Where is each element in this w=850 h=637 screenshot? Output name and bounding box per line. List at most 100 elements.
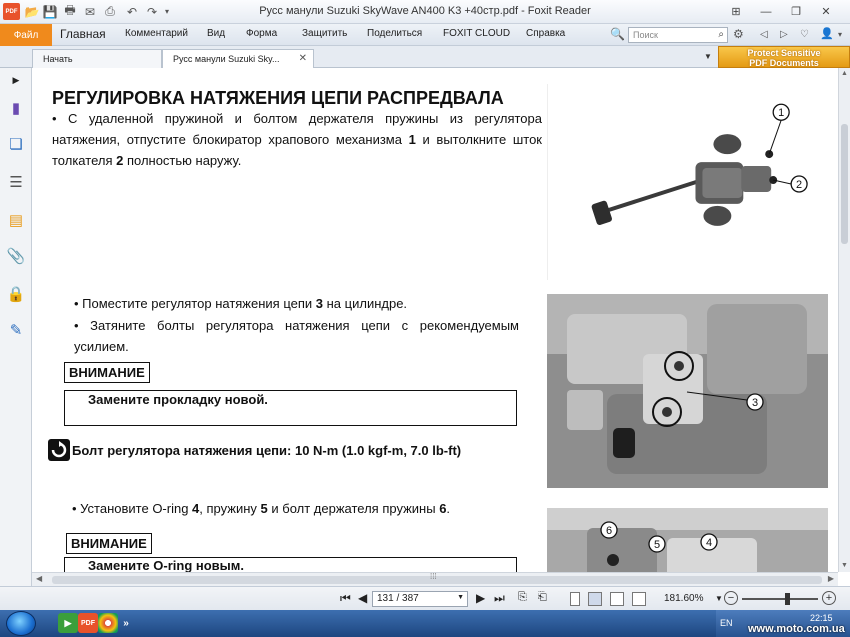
website-watermark: www.moto.com.ua bbox=[748, 623, 845, 635]
horizontal-scroll-thumb[interactable] bbox=[52, 576, 822, 584]
tensioner-photo: 1 2 bbox=[547, 84, 828, 280]
scroll-right-icon[interactable]: ▶ bbox=[828, 574, 834, 583]
close-tab-icon[interactable]: ✕ bbox=[299, 53, 307, 64]
attachments-panel-icon[interactable]: 📎 bbox=[6, 246, 26, 266]
caution-label-2: ВНИМАНИЕ bbox=[66, 533, 152, 554]
callout-4: 4 bbox=[706, 537, 712, 549]
first-page-icon[interactable]: ⏮ bbox=[340, 591, 351, 606]
undo-icon[interactable]: ↶ bbox=[124, 3, 140, 20]
layers-panel-icon[interactable]: ❏ bbox=[6, 134, 26, 154]
oring-spring-photo: 6 5 4 bbox=[547, 508, 828, 572]
start-button[interactable] bbox=[6, 611, 36, 636]
caution-label-1: ВНИМАНИЕ bbox=[64, 362, 150, 383]
torque-spec: Болт регулятора натяжения цепи: 10 N-m (… bbox=[72, 443, 462, 458]
tab-start-label: Начать bbox=[43, 54, 73, 64]
heart-icon[interactable]: ♡ bbox=[800, 29, 809, 40]
zoom-in-button[interactable]: + bbox=[822, 591, 836, 605]
keyboard-language[interactable]: EN bbox=[720, 618, 733, 628]
stack-panel-icon[interactable]: ☰ bbox=[6, 172, 26, 192]
tab-help[interactable]: Справка bbox=[526, 28, 565, 39]
continuous-view-icon[interactable] bbox=[588, 592, 602, 606]
foxit-logo-icon: PDF bbox=[3, 3, 20, 20]
tab-home[interactable]: Главная bbox=[60, 27, 106, 41]
find-icon[interactable]: 🔍 bbox=[610, 27, 625, 41]
promo-line-1: Protect Sensitive bbox=[747, 48, 821, 58]
cylinder-photo: 3 bbox=[547, 294, 828, 488]
tab-start[interactable]: Начать bbox=[32, 49, 162, 68]
comments-panel-icon[interactable]: ▤ bbox=[6, 210, 26, 230]
zoom-out-button[interactable]: − bbox=[724, 591, 738, 605]
continuous-facing-view-icon[interactable] bbox=[632, 592, 646, 606]
page-heading: РЕГУЛИРОВКА НАТЯЖЕНИЯ ЦЕПИ РАСПРЕДВАЛА bbox=[52, 88, 504, 108]
scroll-up-icon[interactable]: ▲ bbox=[841, 70, 848, 77]
facing-view-icon[interactable] bbox=[610, 592, 624, 606]
taskbar-media-app-icon[interactable]: ▶ bbox=[58, 613, 78, 633]
zoom-slider[interactable] bbox=[742, 598, 818, 600]
save-icon[interactable]: 💾 bbox=[42, 3, 58, 20]
customize-toolbar-icon[interactable]: ▾ bbox=[162, 3, 172, 20]
tab-protect[interactable]: Защитить bbox=[302, 28, 347, 39]
taskbar-overflow-icon[interactable]: » bbox=[116, 613, 136, 633]
zoom-dropdown-icon[interactable]: ▼ bbox=[715, 594, 723, 603]
navigation-sidebar: ▶ ▮ ❏ ☰ ▤ 📎 🔒 ✎ bbox=[0, 68, 32, 588]
previous-page-icon[interactable]: ◀ bbox=[358, 591, 367, 605]
next-page-icon[interactable]: ▶ bbox=[476, 591, 485, 605]
caution-text-1: Замените прокладку новой. bbox=[88, 392, 268, 407]
tab-document[interactable]: Русс манули Suzuki Sky... ✕ bbox=[162, 49, 314, 68]
horizontal-scrollbar[interactable]: ◀ ⁞⁞⁞ ▶ bbox=[32, 572, 838, 586]
print-icon[interactable]: 🖶 bbox=[62, 3, 78, 20]
vertical-scrollbar[interactable]: ▲ ▼ bbox=[838, 68, 850, 572]
paragraph-release-ratchet: • С удаленной пружиной и болтом держател… bbox=[52, 111, 542, 168]
tab-foxit-cloud[interactable]: FOXIT CLOUD bbox=[443, 28, 510, 39]
tab-file[interactable]: Файл bbox=[0, 24, 52, 46]
tab-list-dropdown-icon[interactable]: ▼ bbox=[704, 52, 712, 61]
bullet-tighten-bolts: • Затяните болты регулятора натяжения це… bbox=[74, 318, 519, 354]
layout-grid-icon[interactable]: ⊞ bbox=[724, 3, 748, 20]
document-viewport[interactable]: РЕГУЛИРОВКА НАТЯЖЕНИЯ ЦЕПИ РАСПРЕДВАЛА •… bbox=[32, 68, 850, 572]
callout-6: 6 bbox=[606, 525, 612, 537]
compare-view-icon[interactable]: ⎗ bbox=[538, 591, 547, 604]
user-account-icon[interactable]: 👤 bbox=[820, 27, 834, 40]
redo-icon[interactable]: ↷ bbox=[144, 3, 160, 20]
taskbar-foxit-icon[interactable]: PDF bbox=[78, 613, 98, 633]
pdf-page: РЕГУЛИРОВКА НАТЯЖЕНИЯ ЦЕПИ РАСПРЕДВАЛА •… bbox=[34, 68, 838, 572]
taskbar-chrome-icon[interactable] bbox=[98, 613, 118, 633]
tab-share[interactable]: Поделиться bbox=[367, 28, 422, 39]
restore-button[interactable]: ❐ bbox=[784, 3, 808, 20]
page-dropdown-icon[interactable]: ▼ bbox=[457, 594, 464, 601]
security-lock-icon[interactable]: 🔒 bbox=[6, 284, 26, 304]
tab-view[interactable]: Вид bbox=[207, 28, 225, 39]
last-page-icon[interactable]: ⏭ bbox=[494, 591, 505, 606]
scroll-down-icon[interactable]: ▼ bbox=[841, 562, 848, 569]
minimize-button[interactable]: — bbox=[754, 3, 778, 20]
search-icon[interactable]: ⌕ bbox=[718, 29, 724, 40]
forward-arrow-icon[interactable]: ▷ bbox=[780, 29, 788, 40]
zoom-slider-thumb[interactable] bbox=[785, 593, 790, 605]
scroll-left-icon[interactable]: ◀ bbox=[36, 574, 42, 583]
close-button[interactable]: ✕ bbox=[814, 3, 838, 20]
pages-panel-icon[interactable]: ▮ bbox=[6, 98, 26, 118]
open-folder-icon[interactable]: 📂 bbox=[24, 3, 40, 20]
foxit-reader-window: PDF 📂 💾 🖶 ✉ ⎙ ↶ ↷ ▾ Русс манули Suzuki S… bbox=[0, 0, 850, 637]
account-dropdown-icon[interactable]: ▾ bbox=[838, 30, 842, 39]
windows-taskbar: ▶ PDF » EN 22:15 bbox=[0, 610, 850, 637]
expand-panel-icon[interactable]: ▶ bbox=[6, 70, 26, 90]
back-arrow-icon[interactable]: ◁ bbox=[760, 29, 768, 40]
settings-gear-icon[interactable]: ⚙ bbox=[733, 27, 744, 41]
tab-form[interactable]: Форма bbox=[246, 28, 277, 39]
ribbon-tab-bar: Файл Главная Комментарий Вид Форма Защит… bbox=[0, 24, 850, 46]
callout-3: 3 bbox=[752, 397, 758, 409]
signatures-panel-icon[interactable]: ✎ bbox=[6, 320, 26, 340]
zoom-level[interactable]: 181.60% bbox=[664, 593, 703, 604]
single-page-view-icon[interactable] bbox=[570, 592, 580, 606]
protect-promo-banner[interactable]: Protect Sensitive PDF Documents bbox=[718, 46, 850, 68]
page-number-field[interactable]: 131 / 387 ▼ bbox=[372, 591, 468, 607]
snapshot-icon[interactable]: ⎙ bbox=[102, 3, 118, 20]
callout-5: 5 bbox=[654, 539, 660, 551]
vertical-scroll-thumb[interactable] bbox=[841, 124, 848, 244]
search-input[interactable]: Поиск ⌕ bbox=[628, 27, 728, 43]
email-icon[interactable]: ✉ bbox=[82, 3, 98, 20]
copy-view-icon[interactable]: ⎘ bbox=[518, 591, 527, 604]
tab-comment[interactable]: Комментарий bbox=[125, 28, 188, 39]
taskbar-clock[interactable]: 22:15 bbox=[810, 613, 833, 623]
